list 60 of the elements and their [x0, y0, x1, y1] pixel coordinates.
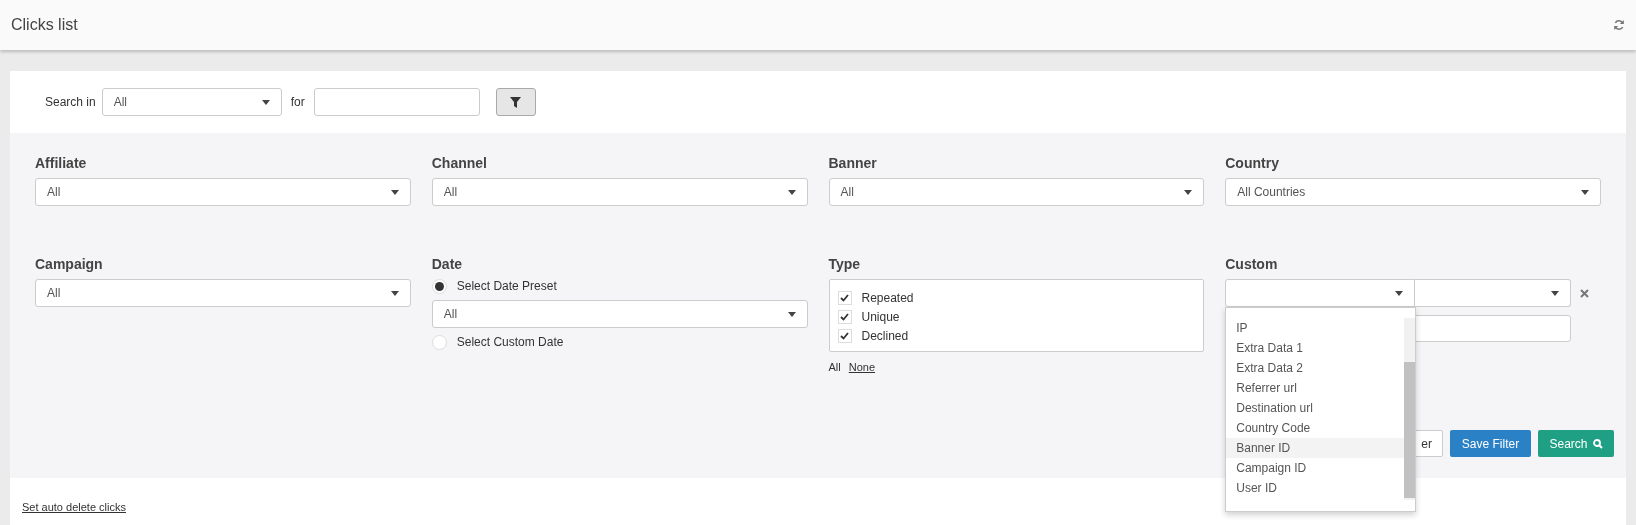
auto-delete-link[interactable]: Set auto delete clicks — [22, 501, 126, 513]
caret-icon — [1395, 290, 1404, 296]
select-link[interactable]: None — [848, 359, 876, 376]
search-input[interactable] — [313, 88, 480, 116]
caret-icon — [787, 311, 796, 317]
filter-label: Date — [431, 255, 464, 274]
caret-icon — [1551, 290, 1560, 296]
select-field[interactable] — [1225, 279, 1416, 307]
radio-label: Select Custom Date — [456, 334, 564, 351]
dropdown-option[interactable]: Banner ID — [1226, 438, 1405, 458]
caret-icon — [1581, 189, 1589, 195]
select-field[interactable]: All Countries — [1225, 178, 1601, 206]
filter-label: Type — [828, 255, 862, 274]
checkbox[interactable] — [837, 290, 852, 305]
dropdown-option[interactable]: User ID — [1226, 478, 1405, 498]
select-field[interactable]: All — [828, 178, 1205, 206]
page-title: Clicks list — [11, 15, 78, 35]
dropdown-option[interactable]: Destination url — [1226, 398, 1405, 418]
filter-label: Channel — [431, 154, 488, 173]
checkbox[interactable] — [837, 328, 852, 343]
close-icon[interactable] — [1580, 288, 1590, 298]
checkbox[interactable] — [837, 309, 852, 324]
caret-icon — [261, 99, 270, 105]
select-field[interactable]: All — [431, 178, 808, 206]
select-field[interactable]: All — [35, 279, 411, 307]
filter-label: Campaign — [35, 255, 104, 274]
filter-label: Country — [1225, 154, 1280, 173]
action-button[interactable]: Save Filter — [1450, 430, 1531, 457]
filter-label: Custom — [1225, 255, 1279, 274]
radio-label: Select Date Preset — [456, 278, 557, 295]
select-field[interactable]: All — [431, 300, 808, 328]
refresh-icon[interactable] — [1613, 19, 1625, 31]
dropdown-option[interactable]: Extra Data 1 — [1226, 338, 1405, 358]
select-field[interactable] — [1415, 279, 1572, 307]
filter-label: Affiliate — [35, 154, 88, 173]
dropdown-option[interactable]: IP — [1226, 318, 1405, 338]
caret-icon — [787, 189, 796, 195]
filter-label: Banner — [828, 154, 878, 173]
for-label: for — [290, 94, 305, 111]
search-in-label: Search in — [45, 94, 96, 111]
select-link[interactable]: All — [828, 359, 841, 376]
filter-icon — [510, 96, 522, 108]
radio-button[interactable] — [431, 278, 447, 294]
checkbox-label: Unique — [861, 308, 900, 326]
scrollbar-thumb[interactable] — [1404, 362, 1416, 498]
radio-button[interactable] — [431, 334, 447, 350]
filter-button[interactable] — [495, 88, 536, 116]
dropdown-option[interactable]: Campaign ID — [1226, 458, 1405, 478]
caret-icon — [390, 290, 399, 296]
dropdown-option[interactable]: Country Code — [1226, 418, 1405, 438]
checkbox-label: Repeated — [861, 289, 914, 307]
select-field[interactable]: All — [101, 88, 282, 116]
dropdown-option[interactable]: Extra Data 2 — [1226, 358, 1405, 378]
dropdown-option[interactable]: Referrer url — [1226, 378, 1405, 398]
search-icon — [1592, 438, 1603, 449]
caret-icon — [1184, 189, 1193, 195]
checkbox-label: Declined — [861, 327, 909, 345]
select-field[interactable]: All — [35, 178, 411, 206]
caret-icon — [390, 189, 399, 195]
value-input[interactable] — [1414, 315, 1572, 342]
